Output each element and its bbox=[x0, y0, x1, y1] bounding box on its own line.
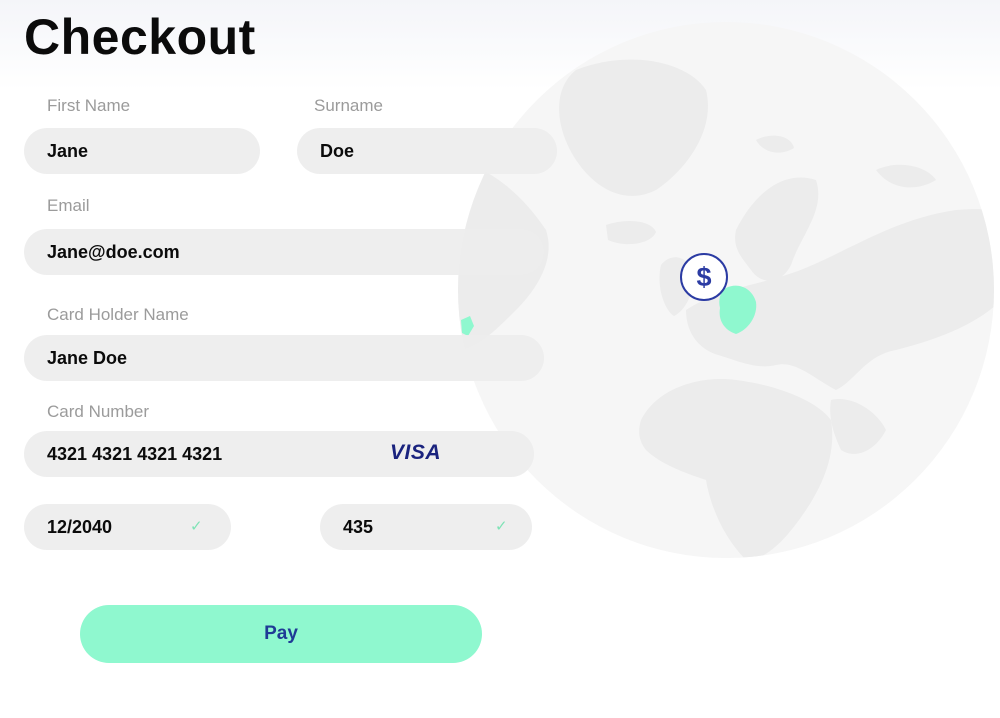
card-number-value: 4321 4321 4321 4321 bbox=[47, 443, 223, 464]
expiry-value: 12/2040 bbox=[47, 516, 113, 537]
first-name-value: Jane bbox=[47, 140, 89, 161]
pay-button[interactable]: Pay bbox=[80, 605, 482, 663]
surname-field[interactable]: Doe bbox=[297, 128, 557, 174]
card-number-field[interactable]: 4321 4321 4321 4321 bbox=[24, 431, 534, 477]
card-holder-label: Card Holder Name bbox=[47, 305, 189, 324]
email-label: Email bbox=[47, 196, 90, 215]
visa-logo: VISA bbox=[390, 441, 442, 464]
cvv-valid-check-icon: ✓ bbox=[495, 518, 508, 535]
dollar-pin-icon: $ bbox=[680, 253, 728, 301]
surname-value: Doe bbox=[320, 140, 355, 161]
card-holder-value: Jane Doe bbox=[47, 347, 128, 368]
expiry-valid-check-icon: ✓ bbox=[190, 518, 203, 535]
email-value: Jane@doe.com bbox=[47, 241, 180, 262]
first-name-field[interactable]: Jane bbox=[24, 128, 260, 174]
world-map-globe bbox=[458, 22, 994, 558]
surname-label: Surname bbox=[314, 96, 383, 115]
card-holder-field[interactable]: Jane Doe bbox=[24, 335, 544, 381]
first-name-label: First Name bbox=[47, 96, 131, 115]
email-field[interactable]: Jane@doe.com bbox=[24, 229, 544, 275]
cvv-value: 435 bbox=[343, 516, 374, 537]
dollar-symbol: $ bbox=[696, 261, 712, 292]
card-number-label: Card Number bbox=[47, 402, 150, 421]
page-title: Checkout bbox=[24, 9, 256, 65]
